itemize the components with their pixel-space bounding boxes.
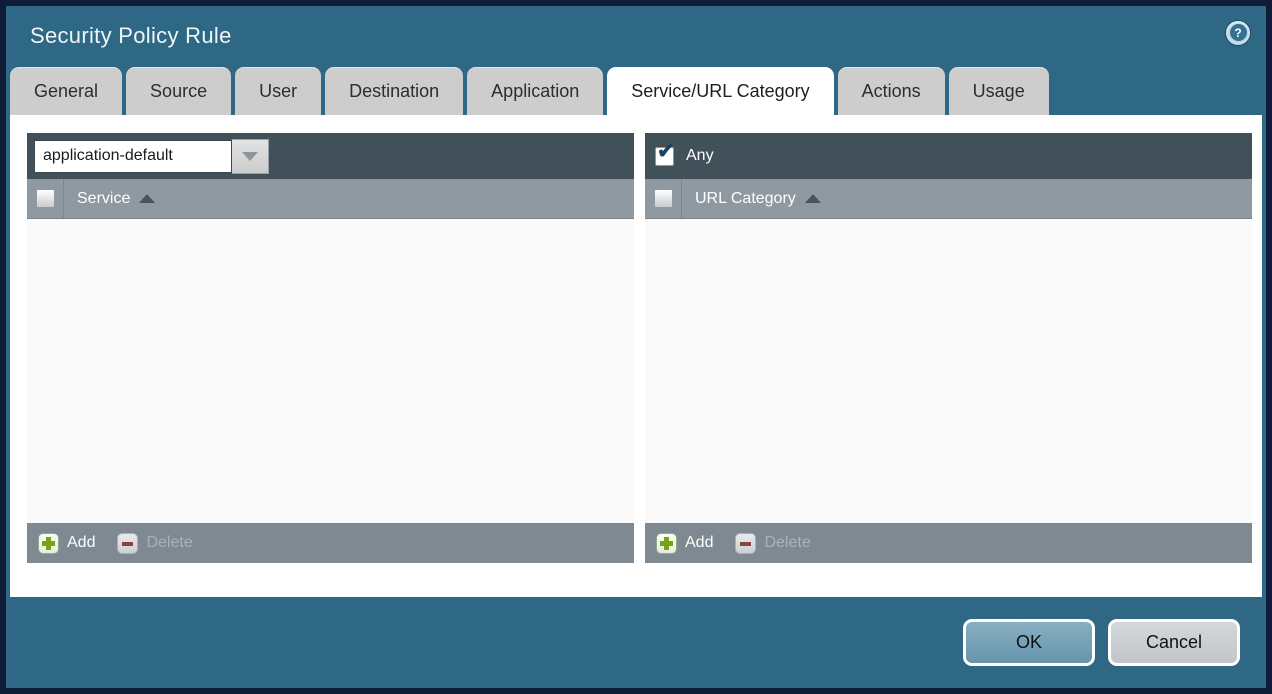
- tab-bar: General Source User Destination Applicat…: [6, 65, 1266, 115]
- url-category-list: [645, 219, 1252, 523]
- service-type-input[interactable]: [34, 140, 232, 173]
- dialog-footer: OK Cancel: [6, 597, 1266, 688]
- service-panel: Service Add Delete: [27, 133, 634, 563]
- service-toolbar: Add Delete: [27, 523, 634, 563]
- url-category-any-bar: ✔ Any: [645, 133, 1252, 179]
- sort-ascending-icon: [139, 194, 155, 203]
- url-category-header-checkbox-cell: [645, 179, 682, 218]
- url-category-panel: ✔ Any URL Category Add: [645, 133, 1252, 563]
- url-category-column-header: URL Category: [645, 179, 1252, 219]
- plus-icon: [656, 533, 677, 554]
- chevron-down-icon: [242, 152, 258, 161]
- tab-application[interactable]: Application: [467, 67, 603, 115]
- service-column-header: Service: [27, 179, 634, 219]
- tab-destination[interactable]: Destination: [325, 67, 463, 115]
- tab-source[interactable]: Source: [126, 67, 231, 115]
- help-button[interactable]: ?: [1226, 21, 1250, 45]
- delete-button-label: Delete: [764, 534, 810, 552]
- service-header-checkbox-cell: [27, 179, 64, 218]
- ok-button[interactable]: OK: [963, 619, 1095, 666]
- page-title: Security Policy Rule: [30, 23, 232, 49]
- minus-icon: [735, 533, 756, 554]
- url-category-add-button[interactable]: Add: [656, 533, 713, 554]
- cancel-button[interactable]: Cancel: [1108, 619, 1240, 666]
- service-select-all-checkbox[interactable]: [36, 189, 55, 208]
- url-category-select-all-checkbox[interactable]: [654, 189, 673, 208]
- tab-usage[interactable]: Usage: [949, 67, 1049, 115]
- add-button-label: Add: [67, 534, 95, 552]
- tab-actions[interactable]: Actions: [838, 67, 945, 115]
- tab-user[interactable]: User: [235, 67, 321, 115]
- minus-icon: [117, 533, 138, 554]
- help-icon: ?: [1230, 24, 1247, 41]
- tab-service-url-category[interactable]: Service/URL Category: [607, 67, 833, 115]
- url-category-delete-button[interactable]: Delete: [735, 533, 810, 554]
- delete-button-label: Delete: [146, 534, 192, 552]
- tab-content: Service Add Delete ✔: [10, 115, 1262, 597]
- add-button-label: Add: [685, 534, 713, 552]
- any-checkbox[interactable]: ✔: [655, 147, 674, 166]
- service-column-label[interactable]: Service: [77, 190, 130, 208]
- service-type-bar: [27, 133, 634, 179]
- tab-general[interactable]: General: [10, 67, 122, 115]
- any-row: ✔ Any: [652, 147, 714, 166]
- url-category-column-label[interactable]: URL Category: [695, 190, 796, 208]
- any-checkbox-label: Any: [686, 147, 714, 165]
- service-delete-button[interactable]: Delete: [117, 533, 192, 554]
- service-list: [27, 219, 634, 523]
- plus-icon: [38, 533, 59, 554]
- service-type-dropdown-button[interactable]: [232, 139, 269, 174]
- titlebar: Security Policy Rule ?: [6, 6, 1266, 65]
- sort-ascending-icon: [805, 194, 821, 203]
- checkmark-icon: ✔: [657, 141, 675, 162]
- service-add-button[interactable]: Add: [38, 533, 95, 554]
- url-category-toolbar: Add Delete: [645, 523, 1252, 563]
- security-policy-rule-dialog: Security Policy Rule ? General Source Us…: [0, 0, 1272, 694]
